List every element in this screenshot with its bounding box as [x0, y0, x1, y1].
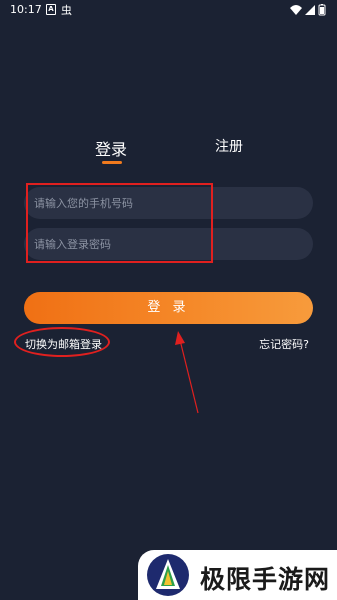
battery-icon — [318, 4, 326, 16]
forgot-password-link[interactable]: 忘记密码? — [259, 336, 309, 352]
app-notification-icon: 虫 — [61, 4, 72, 17]
status-icons — [289, 3, 327, 17]
login-button[interactable]: 登 录 — [24, 292, 313, 324]
status-bar: 10:17 A 虫 — [0, 0, 337, 20]
tab-login[interactable]: 登录 — [95, 136, 127, 160]
status-time: 10:17 — [10, 3, 42, 16]
annotation-highlight-oval — [14, 327, 110, 357]
watermark: 极限手游网 — [138, 550, 337, 600]
wifi-icon — [290, 5, 302, 15]
tab-active-indicator — [102, 161, 122, 164]
annotation-highlight-box — [26, 183, 213, 263]
watermark-logo-icon — [147, 554, 189, 596]
notification-icon: A — [46, 4, 56, 15]
signal-icon — [305, 5, 315, 15]
tab-register[interactable]: 注册 — [215, 136, 243, 156]
watermark-text: 极限手游网 — [200, 565, 331, 594]
